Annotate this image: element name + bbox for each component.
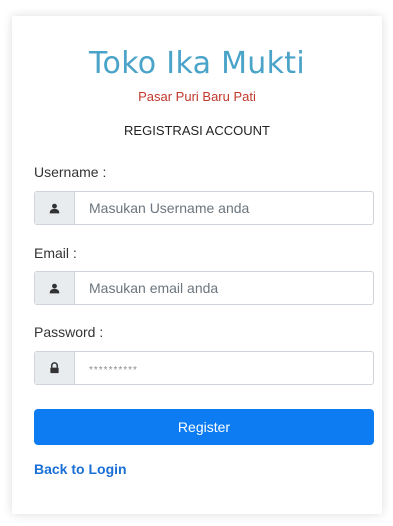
store-title: Toko Ika Mukti [89, 46, 305, 81]
password-input[interactable] [75, 352, 373, 384]
password-label: Password : [34, 324, 104, 340]
register-card: Toko Ika Mukti Pasar Puri Baru Pati REGI… [12, 16, 382, 514]
email-input-group [34, 271, 374, 305]
user-icon [35, 192, 75, 224]
form-heading: REGISTRASI ACCOUNT [124, 123, 270, 138]
store-subtitle: Pasar Puri Baru Pati [138, 89, 256, 104]
register-button[interactable]: Register [34, 409, 374, 445]
lock-icon [35, 352, 75, 384]
password-input-group [34, 351, 374, 385]
back-to-login-link[interactable]: Back to Login [34, 461, 127, 477]
username-label: Username : [34, 164, 107, 180]
username-input[interactable] [75, 192, 373, 224]
email-input[interactable] [75, 272, 373, 304]
user-icon [35, 272, 75, 304]
username-input-group [34, 191, 374, 225]
email-label: Email : [34, 245, 77, 261]
